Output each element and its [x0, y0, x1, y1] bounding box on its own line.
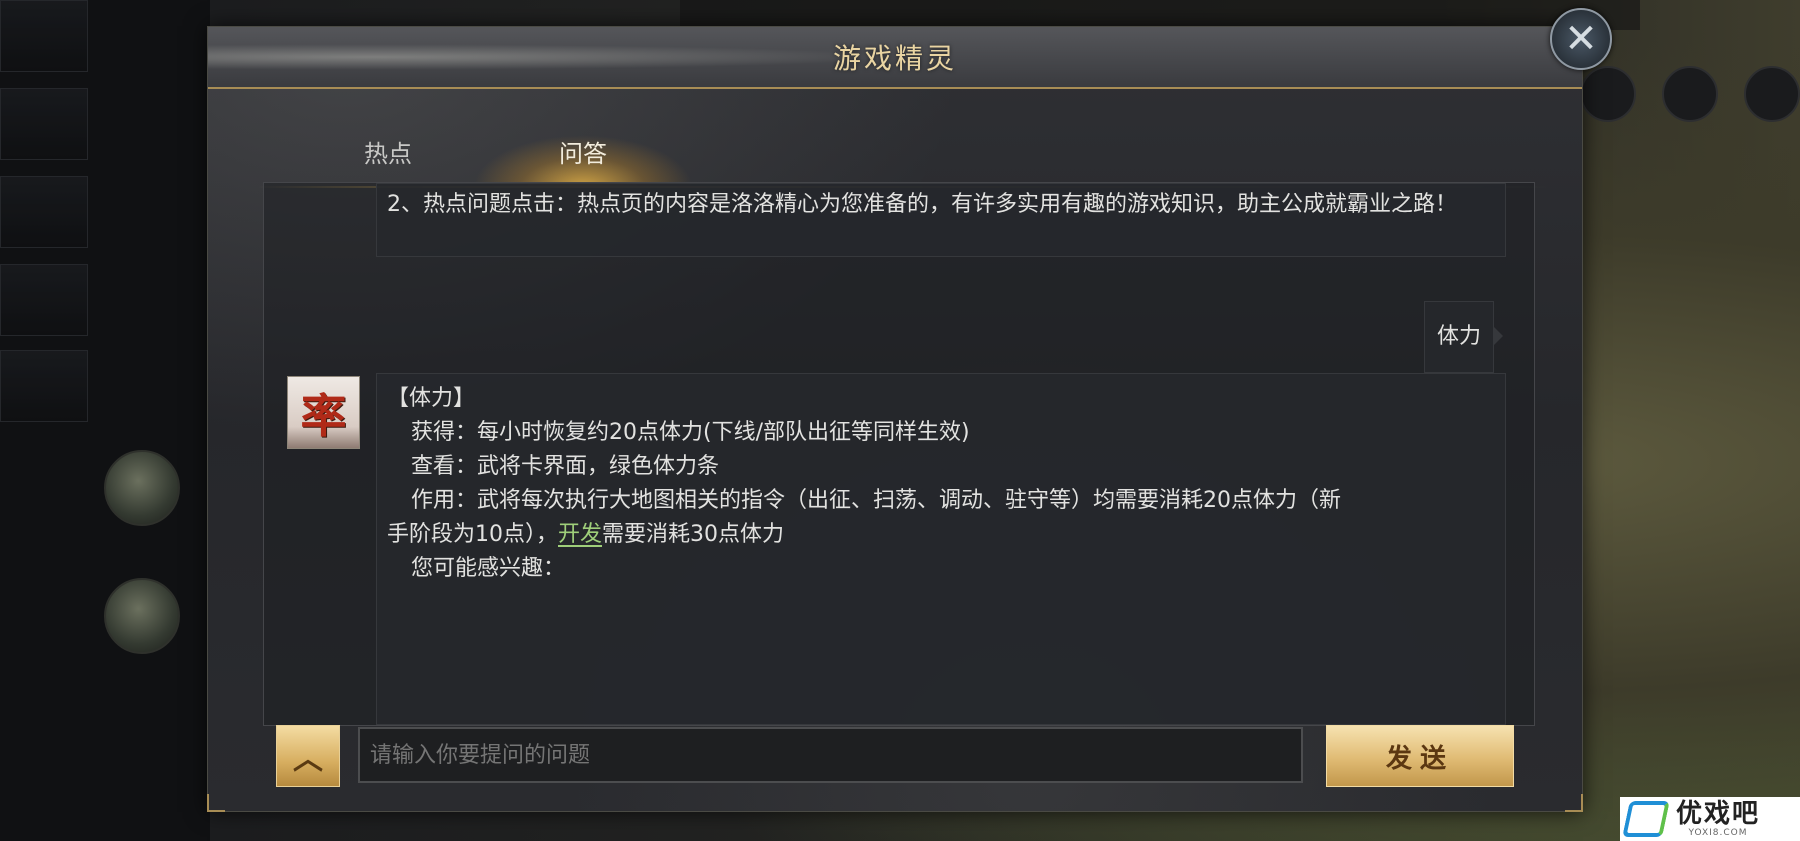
user-message-text: 体力 — [1436, 324, 1481, 349]
watermark-url: YOXI8.COM — [1688, 828, 1748, 838]
watermark-brand: 优戏吧 — [1676, 799, 1761, 829]
close-button[interactable]: ✕ — [1550, 8, 1612, 70]
question-input[interactable] — [358, 727, 1303, 783]
bot-message-text: 2、热点问题点击：热点页的内容是洛洛精心为您准备的，有许多实用有趣的游戏知识，助… — [387, 192, 1458, 217]
background-channel-tab — [0, 0, 88, 72]
site-watermark: 优戏吧 YOXI8.COM — [1620, 797, 1800, 841]
background-location-icon — [1744, 66, 1800, 122]
bot-answer-bubble: 【体力】 获得：每小时恢复约20点体力(下线/部队出征等同样生效) 查看：武将卡… — [376, 373, 1506, 725]
user-message-bubble: 体力 — [1424, 301, 1503, 373]
dialog-title: 游戏精灵 — [832, 42, 957, 75]
corner-ornament — [207, 794, 225, 812]
develop-link[interactable]: 开发 — [558, 522, 602, 547]
chat-history-panel[interactable]: 2、热点问题点击：热点页的内容是洛洛精心为您准备的，有许多实用有趣的游戏知识，助… — [263, 182, 1535, 726]
answer-heading: 【体力】 — [387, 386, 476, 411]
bot-avatar: 率 — [287, 376, 360, 449]
expand-button[interactable]: ︿ — [276, 725, 340, 787]
answer-interest-label: 您可能感兴趣： — [411, 556, 566, 581]
background-play-icon — [1662, 66, 1718, 122]
dialog-title-bar: 游戏精灵 — [208, 27, 1582, 89]
background-player-avatar — [104, 578, 180, 654]
watermark-text: 优戏吧 YOXI8.COM — [1676, 800, 1760, 838]
chevron-up-icon: ︿ — [293, 742, 323, 777]
background-channel-tab — [0, 264, 88, 336]
tab-bar: 热点 问答 — [208, 87, 1582, 188]
send-button[interactable]: 发送 — [1326, 725, 1514, 787]
background-search-icon — [1580, 66, 1636, 122]
tab-hot-topics[interactable]: 热点 — [328, 131, 448, 171]
background-player-avatar — [104, 450, 180, 526]
background-channel-tab — [0, 176, 88, 248]
game-assistant-dialog: 游戏精灵 热点 问答 2、热点问题点击：热点页的内容是洛洛精心为您准备的，有许多… — [207, 26, 1583, 812]
background-channel-tab — [0, 350, 88, 422]
bot-message-bubble: 2、热点问题点击：热点页的内容是洛洛精心为您准备的，有许多实用有趣的游戏知识，助… — [376, 183, 1506, 257]
answer-use-line2-post: 需要消耗30点体力 — [602, 522, 785, 547]
answer-gain: 获得：每小时恢复约20点体力(下线/部队出征等同样生效) — [411, 420, 970, 445]
bot-avatar-glyph: 率 — [300, 388, 347, 443]
crossed-swords-icon: ✕ — [1564, 16, 1598, 62]
answer-use-line2: 手阶段为10点），开发需要消耗30点体力 — [387, 518, 1495, 552]
answer-use-line2-pre: 手阶段为10点）， — [387, 522, 558, 547]
watermark-logo-icon — [1622, 801, 1670, 837]
tab-qa[interactable]: 问答 — [498, 131, 668, 171]
answer-use-line1: 作用：武将每次执行大地图相关的指令（出征、扫荡、调动、驻守等）均需要消耗20点体… — [411, 488, 1341, 513]
background-channel-tab — [0, 88, 88, 160]
answer-view: 查看：武将卡界面，绿色体力条 — [411, 454, 720, 479]
corner-ornament — [1565, 794, 1583, 812]
